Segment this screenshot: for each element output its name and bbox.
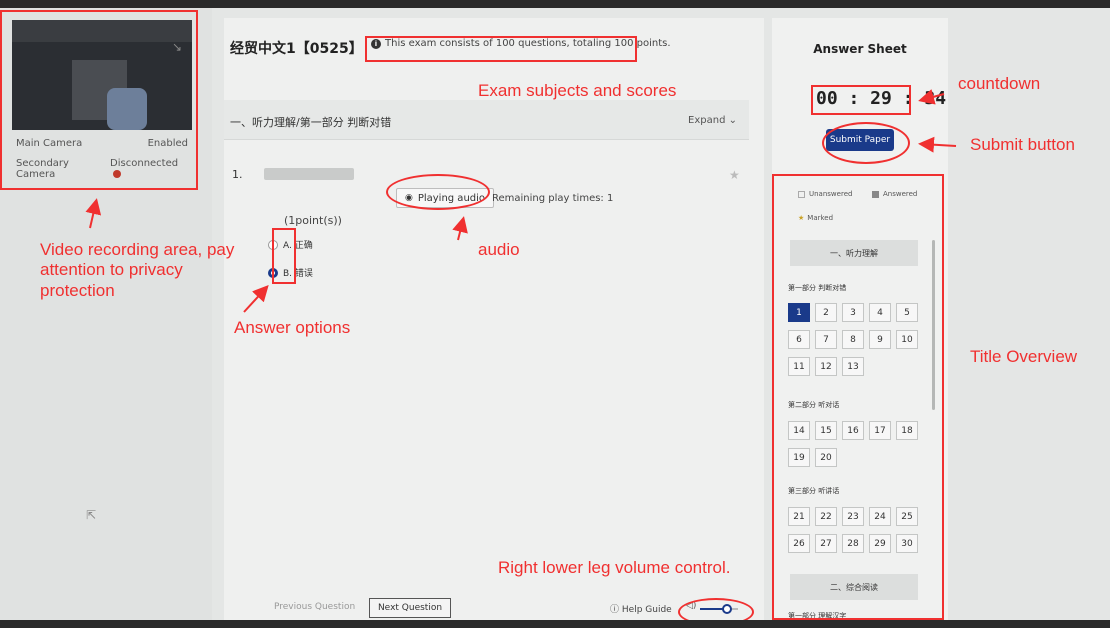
exam-note-highlight	[365, 36, 637, 62]
chevron-down-icon: ⌄	[728, 115, 737, 126]
annotation-video: Video recording area, pay attention to p…	[40, 240, 235, 300]
screen: ↘ Main Camera Enabled Secondary Camera D…	[0, 8, 1110, 620]
volume-highlight	[678, 598, 754, 620]
expand-button[interactable]: Expand ⌄	[688, 115, 737, 126]
annotation-options: Answer options	[234, 318, 351, 337]
video-area-highlight	[0, 10, 198, 190]
section-header: 一、听力理解/第一部分 判断对错 Expand ⌄	[224, 100, 749, 140]
annotation-overview: Title Overview	[970, 347, 1078, 366]
annotation-countdown: countdown	[958, 74, 1041, 93]
exam-title: 经贸中文1【0525】	[230, 41, 363, 57]
remaining-plays: Remaining play times: 1	[492, 193, 614, 204]
countdown-highlight	[811, 85, 911, 115]
audio-highlight	[386, 174, 490, 210]
options-highlight	[272, 228, 296, 284]
annotation-audio: audio	[478, 240, 520, 259]
question-text-blur	[264, 168, 354, 180]
sheet-title: Answer Sheet	[813, 42, 907, 56]
help-guide-label: Help Guide	[621, 605, 672, 615]
next-question-button[interactable]: Next Question	[369, 598, 451, 618]
annotation-volume: Right lower leg volume control.	[498, 558, 731, 577]
mark-star-icon[interactable]: ★	[729, 168, 740, 182]
overview-highlight	[772, 174, 944, 620]
help-icon: ⓘ	[610, 605, 620, 615]
section-title: 一、听力理解/第一部分 判断对错	[230, 116, 392, 129]
question-number: 1.	[232, 168, 243, 181]
expand-label: Expand	[688, 115, 726, 126]
previous-question-button[interactable]: Previous Question	[274, 602, 355, 612]
question-footer: Previous Question Next Question ⓘ Help G…	[224, 598, 749, 620]
mouse-cursor-icon: ⇱	[86, 508, 97, 522]
help-guide-link[interactable]: ⓘ Help Guide	[610, 602, 672, 615]
submit-highlight	[822, 122, 910, 164]
annotation-submit: Submit button	[970, 135, 1075, 154]
question-points: (1point(s))	[284, 214, 342, 227]
annotation-subjects: Exam subjects and scores	[478, 81, 677, 100]
